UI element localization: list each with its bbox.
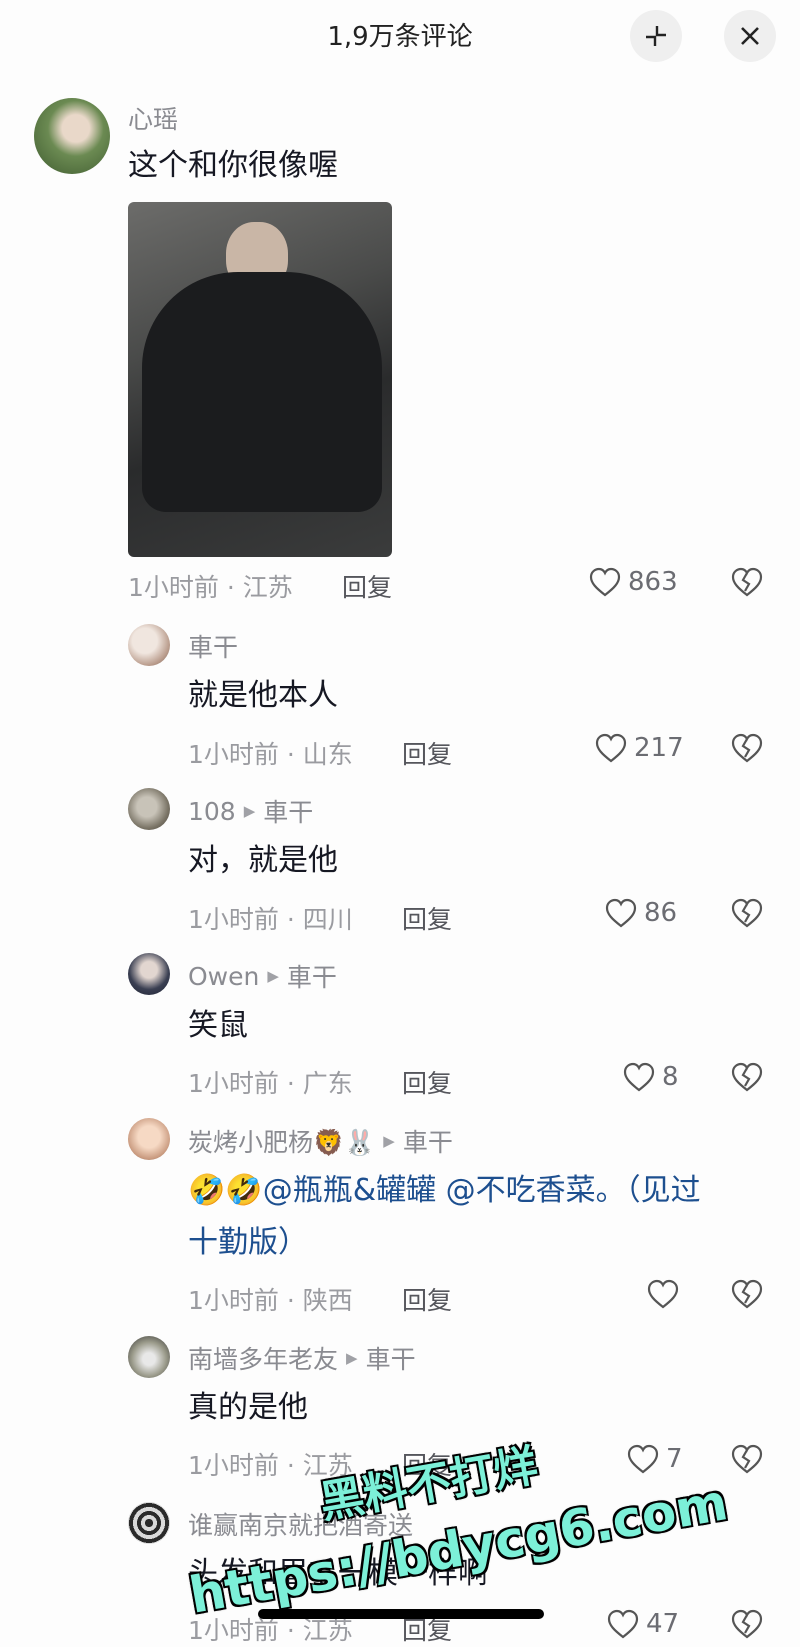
reply-button[interactable]: 回复 (402, 1064, 452, 1100)
like-button[interactable]: 217 (594, 732, 684, 764)
like-button[interactable] (646, 1278, 686, 1310)
avatar[interactable] (128, 1502, 170, 1544)
heart-icon (605, 898, 637, 928)
avatar[interactable] (128, 624, 170, 666)
reply-button[interactable]: 回复 (402, 735, 452, 771)
mention-link[interactable]: @不吃香菜。（见过 (446, 1173, 701, 1208)
comment-author[interactable]: 心瑶 (128, 100, 178, 136)
avatar[interactable] (128, 1336, 170, 1378)
heart-icon (595, 733, 627, 763)
comment-text: 🤣🤣@瓶瓶&罐罐 @不吃香菜。（见过十勤版） (188, 1165, 768, 1269)
comment-text: 就是他本人 (188, 678, 338, 713)
reply-target: 車干 (402, 1128, 453, 1157)
comment-meta: 1小时前 · 陕西 (188, 1286, 353, 1315)
reply-arrow-icon: ▶ (383, 1132, 395, 1150)
avatar[interactable] (128, 788, 170, 830)
author-name: 南墙多年老友 (188, 1345, 339, 1374)
collapse-button[interactable] (630, 10, 682, 62)
dislike-button[interactable] (730, 732, 764, 768)
broken-heart-icon (731, 898, 763, 928)
dislike-button[interactable] (730, 1061, 764, 1097)
collapse-icon (646, 26, 666, 46)
dislike-button[interactable] (730, 566, 764, 602)
home-indicator[interactable] (258, 1609, 544, 1619)
comment-text: 笑鼠 (188, 1008, 248, 1043)
dislike-button[interactable] (730, 1278, 764, 1314)
reply-arrow-icon: ▶ (267, 967, 279, 985)
comment-meta: 1小时前 · 江苏 (128, 573, 293, 602)
like-button[interactable]: 863 (588, 566, 678, 598)
avatar[interactable] (128, 1118, 170, 1160)
reply-target: 車干 (263, 798, 314, 827)
comment-text: 真的是他 (188, 1390, 308, 1425)
reply-button[interactable]: 回复 (342, 568, 392, 604)
broken-heart-icon (731, 1062, 763, 1092)
like-button[interactable]: 7 (626, 1443, 683, 1475)
comment-author[interactable]: 炭烤小肥杨🦁🐰 ▶ 車干 (188, 1123, 453, 1159)
author-name: Owen (188, 961, 260, 991)
reply-arrow-icon: ▶ (243, 802, 256, 820)
comment-meta: 1小时前 · 山东 (188, 740, 353, 769)
broken-heart-icon (731, 1444, 763, 1474)
heart-icon (623, 1062, 655, 1092)
author-name: 108 (188, 796, 236, 826)
heart-icon (627, 1444, 659, 1474)
like-button[interactable]: 8 (622, 1061, 679, 1093)
close-icon (741, 27, 759, 45)
comment-meta: 1小时前 · 四川 (188, 905, 353, 934)
reply-target: 車干 (286, 963, 337, 992)
laughing-emoji-icon: 🤣🤣 (188, 1173, 263, 1208)
broken-heart-icon (731, 1609, 763, 1639)
dislike-button[interactable] (730, 1443, 764, 1479)
like-count: 7 (666, 1444, 683, 1474)
comment-author[interactable]: 108 ▶ 車干 (188, 793, 313, 829)
like-count: 217 (634, 733, 684, 763)
dislike-button[interactable] (730, 897, 764, 933)
close-button[interactable] (724, 10, 776, 62)
like-button[interactable]: 86 (604, 897, 677, 929)
comment-image[interactable] (128, 202, 392, 557)
heart-icon (647, 1279, 679, 1309)
reply-target: 車干 (365, 1345, 416, 1374)
broken-heart-icon (731, 733, 763, 763)
like-button[interactable]: 47 (606, 1608, 679, 1640)
author-name: 炭烤小肥杨🦁🐰 (188, 1128, 376, 1157)
comment-author[interactable]: 南墙多年老友 ▶ 車干 (188, 1340, 416, 1376)
comment-author[interactable]: 車干 (188, 628, 238, 664)
comments-header: 1,9万条评论 (0, 0, 800, 72)
comment-text: 这个和你很像喔 (128, 148, 338, 183)
heart-icon (589, 567, 621, 597)
comment-text-continued: 十勤版） (188, 1225, 308, 1260)
dislike-button[interactable] (730, 1608, 764, 1644)
broken-heart-icon (731, 1279, 763, 1309)
comment-text: 对，就是他 (188, 843, 338, 878)
like-count: 86 (644, 898, 678, 928)
reply-button[interactable]: 回复 (402, 900, 452, 936)
broken-heart-icon (731, 567, 763, 597)
mention-link[interactable]: @瓶瓶&罐罐 (263, 1173, 436, 1208)
comment-meta: 1小时前 · 广东 (188, 1069, 353, 1098)
reply-button[interactable]: 回复 (402, 1281, 452, 1317)
like-count: 8 (662, 1062, 679, 1092)
avatar[interactable] (128, 953, 170, 995)
like-count: 863 (628, 567, 678, 597)
heart-icon (607, 1609, 639, 1639)
avatar[interactable] (34, 98, 110, 174)
comment-author[interactable]: Owen ▶ 車干 (188, 958, 337, 994)
reply-arrow-icon: ▶ (346, 1349, 358, 1367)
